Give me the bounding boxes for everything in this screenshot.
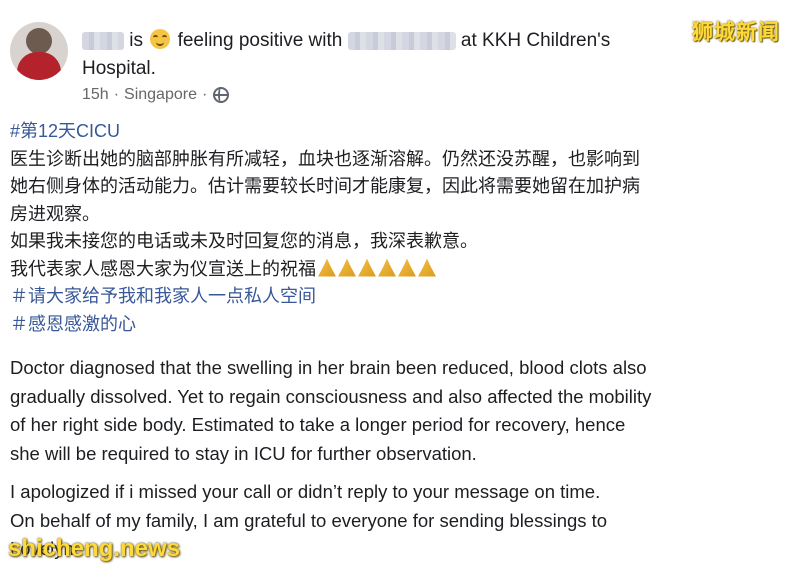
en-line6: On behalf of my family, I am grateful to…: [10, 509, 608, 531]
en-line2: gradually dissolved. Yet to regain consc…: [10, 385, 652, 407]
en-line4: she will be required to stay in ICU for …: [10, 442, 477, 464]
avatar-head: [26, 28, 52, 54]
hashtag-day12[interactable]: #第12天CICU: [10, 118, 790, 146]
relieved-face-icon: [150, 29, 171, 49]
cn-para3: 我代表家人感恩大家为仪宣送上的祝福: [10, 256, 790, 284]
cn-para1-line1: 医生诊断出她的脑部肿胀有所减轻，血块也逐渐溶解。仍然还没苏醒，也影响到: [10, 148, 640, 169]
folded-hands-icon: [318, 258, 438, 277]
feeling-text: feeling positive with: [177, 30, 343, 51]
avatar[interactable]: [10, 22, 68, 80]
watermark-bottom: shicheng.news: [8, 535, 181, 562]
meta-separator: ·: [113, 86, 120, 103]
meta-separator-2: ·: [201, 86, 208, 103]
cn-para1-line3: 房进观察。: [10, 203, 100, 224]
post-header: is feeling positive with at KKH Children…: [0, 0, 796, 118]
en-line1: Doctor diagnosed that the swelling in he…: [10, 357, 647, 378]
cn-para2: 如果我未接您的电话或未及时回复您的消息，我深表歉意。: [10, 231, 478, 251]
is-word: is: [129, 30, 144, 51]
cn-para3-text: 我代表家人感恩大家为仪宣送上的祝福: [10, 258, 316, 279]
blurred-author-name[interactable]: [82, 31, 124, 50]
en-line5: I apologized if i missed your call or di…: [10, 481, 601, 502]
avatar-body: [17, 52, 61, 80]
globe-icon[interactable]: [213, 87, 230, 103]
english-post-text: Doctor diagnosed that the swelling in he…: [10, 354, 790, 564]
post-place[interactable]: Singapore: [124, 86, 197, 104]
hashtag-privacy[interactable]: ＃请大家给予我和我家人一点私人空间: [10, 283, 790, 311]
hashtag-gratitude[interactable]: ＃感恩感激的心: [10, 311, 790, 339]
cn-para1-line2: 她右侧身体的活动能力。估计需要较长时间才能康复，因此将需要她留在加护病: [10, 176, 640, 196]
post-author-line: is feeling positive with at KKH Children…: [82, 27, 682, 83]
watermark-top: 狮城新闻: [692, 21, 780, 44]
post-time[interactable]: 15h: [82, 86, 109, 104]
chinese-post-text: #第12天CICU 医生诊断出她的脑部肿胀有所减轻，血块也逐渐溶解。仍然还没苏醒…: [10, 118, 790, 338]
location-line2[interactable]: Hospital.: [82, 58, 156, 79]
post-meta: 15h · Singapore ·: [82, 86, 230, 104]
blurred-tagged-name[interactable]: [347, 31, 456, 50]
en-line3: of her right side body. Estimated to tak…: [10, 414, 626, 435]
at-location-text[interactable]: at KKH Children's: [461, 30, 610, 51]
